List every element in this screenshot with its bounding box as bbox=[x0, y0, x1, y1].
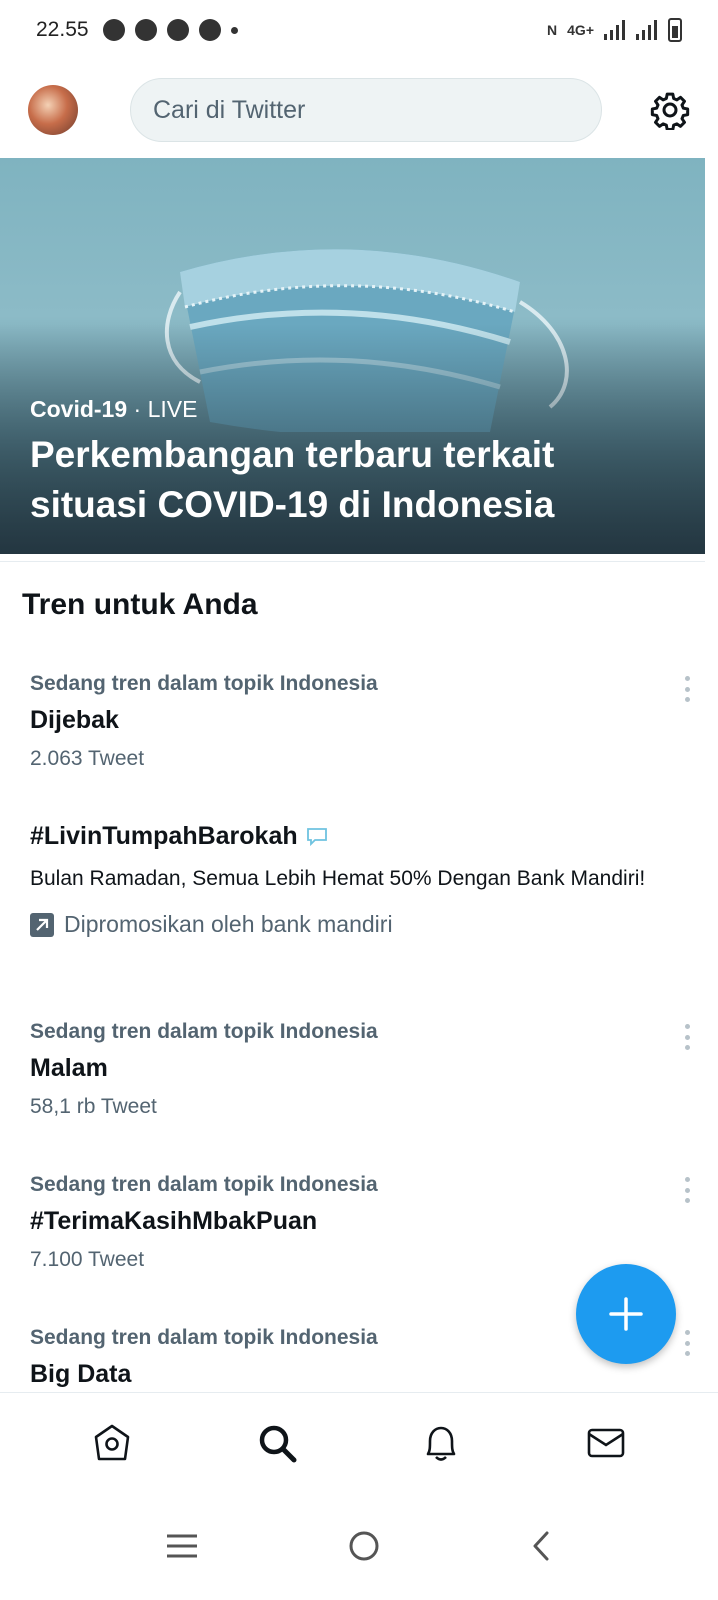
promoted-arrow-icon bbox=[30, 912, 54, 937]
promoted-by: Dipromosikan oleh bank mandiri bbox=[64, 911, 393, 937]
gear-icon[interactable] bbox=[650, 90, 690, 130]
trend-count: 7.100 Tweet bbox=[30, 1248, 145, 1271]
more-options-icon[interactable] bbox=[684, 1330, 690, 1356]
nav-notifications[interactable] bbox=[419, 1421, 463, 1465]
chrome-notification-icon bbox=[134, 19, 157, 41]
hero-category: Covid-19 bbox=[30, 396, 128, 422]
home-button-icon[interactable] bbox=[347, 1529, 381, 1563]
more-notifications-icon bbox=[230, 26, 238, 34]
bottom-navigation bbox=[0, 1392, 718, 1492]
divider bbox=[0, 561, 705, 562]
hero-meta: Covid-19 · LIVE bbox=[30, 396, 197, 423]
promoted-trend[interactable]: #LivinTumpahBarokah Bulan Ramadan, Semua… bbox=[30, 822, 690, 938]
more-options-icon[interactable] bbox=[684, 676, 690, 702]
trend-category: Sedang tren dalam topik Indonesia bbox=[30, 672, 378, 695]
trend-name: Big Data bbox=[30, 1360, 132, 1388]
section-title: Tren untuk Anda bbox=[22, 588, 258, 621]
nav-home[interactable] bbox=[90, 1421, 134, 1465]
top-header: Cari di Twitter bbox=[0, 70, 718, 150]
trend-item[interactable]: Sedang tren dalam topik Indonesia Dijeba… bbox=[30, 672, 690, 771]
back-icon[interactable] bbox=[528, 1529, 554, 1563]
profile-avatar[interactable] bbox=[28, 85, 78, 135]
status-time: 22.55 bbox=[36, 18, 89, 41]
more-options-icon[interactable] bbox=[684, 1024, 690, 1050]
promoted-description: Bulan Ramadan, Semua Lebih Hemat 50% Den… bbox=[30, 867, 646, 890]
nav-messages[interactable] bbox=[584, 1421, 628, 1465]
bell-icon bbox=[426, 1426, 456, 1461]
nav-explore[interactable] bbox=[255, 1421, 299, 1465]
search-placeholder: Cari di Twitter bbox=[153, 95, 306, 124]
trend-count: 58,1 rb Tweet bbox=[30, 1095, 157, 1118]
system-status-icons: N 4G+ bbox=[547, 18, 682, 42]
more-options-icon[interactable] bbox=[684, 1177, 690, 1203]
mail-icon bbox=[587, 1428, 625, 1457]
home-icon bbox=[94, 1424, 130, 1460]
signal-icon bbox=[636, 20, 657, 40]
trend-name: Dijebak bbox=[30, 706, 119, 734]
trend-item[interactable]: Sedang tren dalam topik Indonesia #Terim… bbox=[30, 1173, 690, 1272]
hero-title[interactable]: Perkembangan terbaru terkait situasi COV… bbox=[30, 430, 670, 530]
system-navigation bbox=[0, 1492, 718, 1600]
app-notification-icon bbox=[166, 19, 189, 41]
trend-count: 2.063 Tweet bbox=[30, 747, 145, 770]
app-notification-icon bbox=[198, 19, 221, 41]
trend-item[interactable]: Sedang tren dalam topik Indonesia Malam … bbox=[30, 1020, 690, 1119]
live-badge: LIVE bbox=[147, 396, 198, 422]
status-bar: 22.55 N 4G+ bbox=[0, 0, 718, 60]
nfc-icon: N bbox=[547, 22, 558, 38]
notification-icons bbox=[102, 19, 238, 41]
recent-apps-icon[interactable] bbox=[164, 1531, 200, 1561]
battery-icon bbox=[668, 18, 682, 42]
trend-name: #TerimaKasihMbakPuan bbox=[30, 1207, 318, 1235]
trend-name: Malam bbox=[30, 1054, 108, 1082]
speech-bubble-icon bbox=[306, 827, 327, 846]
search-icon bbox=[259, 1425, 297, 1462]
hero-separator: · bbox=[127, 396, 148, 422]
network-type: 4G+ bbox=[567, 22, 594, 38]
search-input[interactable]: Cari di Twitter bbox=[130, 78, 602, 142]
signal-icon bbox=[604, 20, 625, 40]
plus-icon bbox=[609, 1297, 643, 1331]
trend-category: Sedang tren dalam topik Indonesia bbox=[30, 1020, 378, 1043]
compose-tweet-button[interactable] bbox=[576, 1264, 676, 1364]
trend-category: Sedang tren dalam topik Indonesia bbox=[30, 1173, 378, 1196]
message-notification-icon bbox=[102, 19, 125, 41]
promoted-trend-name: #LivinTumpahBarokah bbox=[30, 822, 298, 850]
